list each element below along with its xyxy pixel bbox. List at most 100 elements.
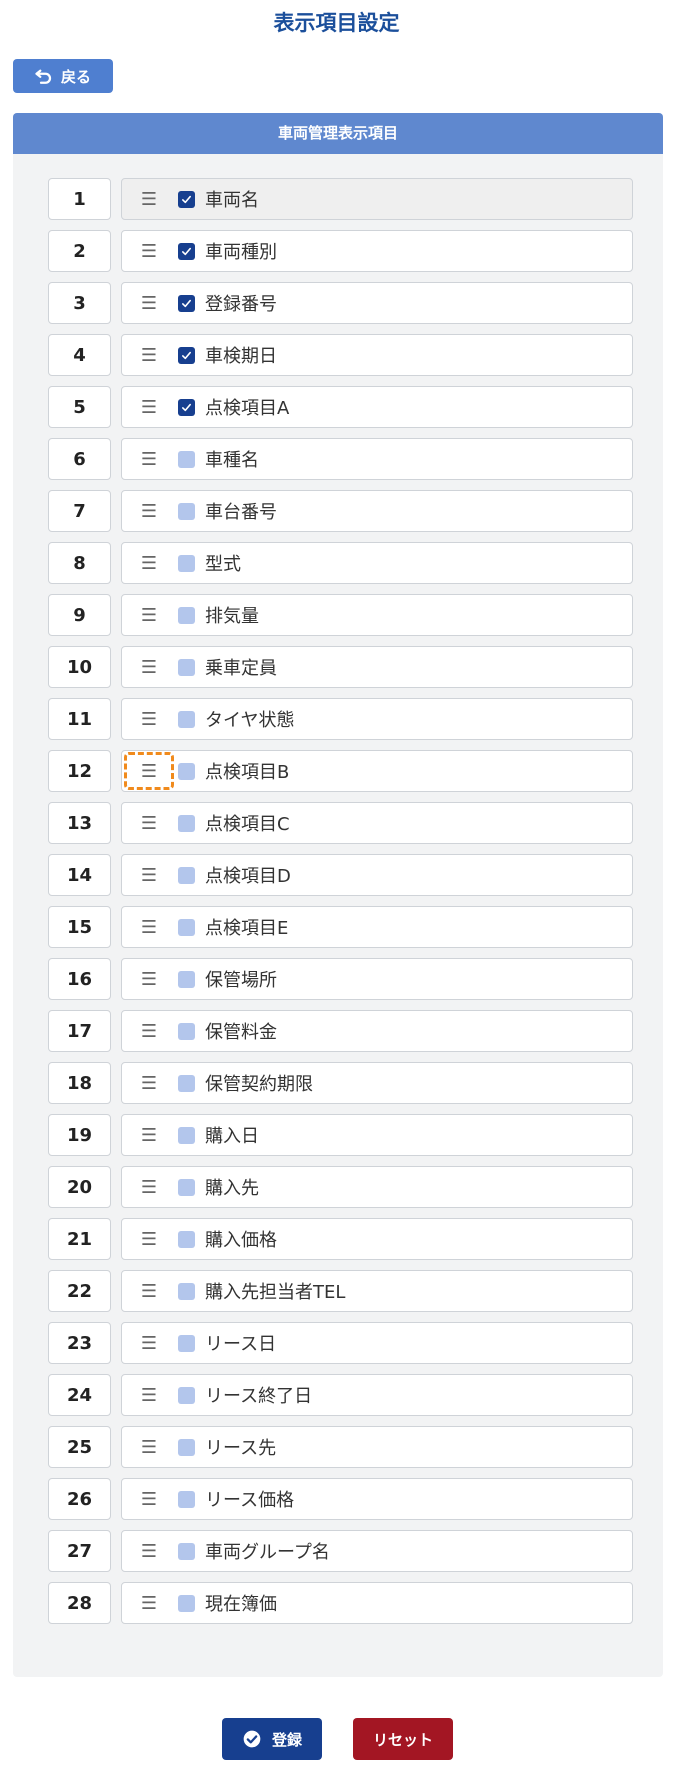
display-item[interactable]: ☰ 登録番号	[121, 282, 633, 324]
reset-button[interactable]: リセット	[353, 1718, 453, 1760]
display-item[interactable]: ☰ 車台番号	[121, 490, 633, 532]
drag-handle-icon[interactable]: ☰	[124, 544, 174, 582]
display-checkbox[interactable]	[178, 970, 195, 988]
drag-handle-icon[interactable]: ☰	[124, 1480, 174, 1518]
display-item[interactable]: ☰ 排気量	[121, 594, 633, 636]
drag-handle-icon[interactable]: ☰	[124, 440, 174, 478]
drag-handle-icon[interactable]: ☰	[124, 1168, 174, 1206]
display-item[interactable]: ☰ 車両グループ名	[121, 1530, 633, 1572]
display-checkbox[interactable]	[178, 1594, 195, 1612]
drag-handle-icon[interactable]: ☰	[124, 908, 174, 946]
display-checkbox[interactable]	[178, 1230, 195, 1248]
display-item-label: 点検項目E	[205, 918, 289, 939]
display-item[interactable]: ☰ 購入先担当者TEL	[121, 1270, 633, 1312]
display-item-label: 保管契約期限	[205, 1074, 313, 1095]
display-item[interactable]: ☰ リース先	[121, 1426, 633, 1468]
drag-handle-icon[interactable]: ☰	[124, 1012, 174, 1050]
display-checkbox[interactable]	[178, 1282, 195, 1300]
drag-handle-icon[interactable]: ☰	[124, 856, 174, 894]
drag-handle-icon[interactable]: ☰	[124, 804, 174, 842]
display-item-row: 26 ☰ リース価格	[48, 1478, 633, 1520]
display-order-number: 26	[48, 1478, 111, 1520]
drag-handle-icon[interactable]: ☰	[124, 336, 174, 374]
display-checkbox[interactable]	[178, 866, 195, 884]
display-item[interactable]: ☰ 点検項目D	[121, 854, 633, 896]
display-item[interactable]: ☰ 点検項目A	[121, 386, 633, 428]
display-item[interactable]: ☰ 購入先	[121, 1166, 633, 1208]
display-item[interactable]: ☰ リース日	[121, 1322, 633, 1364]
display-checkbox[interactable]	[178, 1542, 195, 1560]
display-item[interactable]: ☰ 車両名	[121, 178, 633, 220]
back-button[interactable]: 戻る	[13, 59, 113, 93]
drag-handle-icon[interactable]: ☰	[124, 1064, 174, 1102]
drag-handle-icon[interactable]: ☰	[124, 1376, 174, 1414]
display-checkbox[interactable]	[178, 1126, 195, 1144]
display-checkbox[interactable]	[178, 918, 195, 936]
drag-handle-icon[interactable]: ☰	[124, 1116, 174, 1154]
display-item[interactable]: ☰ 型式	[121, 542, 633, 584]
display-checkbox[interactable]	[178, 450, 195, 468]
display-item[interactable]: ☰ 点検項目C	[121, 802, 633, 844]
display-checkbox[interactable]	[178, 190, 195, 208]
drag-handle-icon[interactable]: ☰	[124, 492, 174, 530]
drag-handle-icon[interactable]: ☰	[124, 1324, 174, 1362]
display-checkbox[interactable]	[178, 710, 195, 728]
drag-handle-icon[interactable]: ☰	[124, 284, 174, 322]
display-item-row: 1 ☰ 車両名	[48, 178, 633, 220]
display-checkbox[interactable]	[178, 242, 195, 260]
display-item[interactable]: ☰ 乗車定員	[121, 646, 633, 688]
display-item[interactable]: ☰ 車両種別	[121, 230, 633, 272]
display-item[interactable]: ☰ 点検項目B	[121, 750, 633, 792]
display-item-row: 9 ☰ 排気量	[48, 594, 633, 636]
display-checkbox[interactable]	[178, 762, 195, 780]
display-checkbox[interactable]	[178, 606, 195, 624]
display-item[interactable]: ☰ 点検項目E	[121, 906, 633, 948]
drag-handle-icon[interactable]: ☰	[124, 180, 174, 218]
display-item-row: 15 ☰ 点検項目E	[48, 906, 633, 948]
display-checkbox[interactable]	[178, 398, 195, 416]
display-checkbox[interactable]	[178, 1334, 195, 1352]
display-order-number: 28	[48, 1582, 111, 1624]
display-item[interactable]: ☰ タイヤ状態	[121, 698, 633, 740]
drag-handle-icon[interactable]: ☰	[124, 1584, 174, 1622]
display-item[interactable]: ☰ 保管場所	[121, 958, 633, 1000]
drag-handle-icon[interactable]: ☰	[124, 960, 174, 998]
display-checkbox[interactable]	[178, 1178, 195, 1196]
display-item[interactable]: ☰ 保管契約期限	[121, 1062, 633, 1104]
display-item[interactable]: ☰ 保管料金	[121, 1010, 633, 1052]
display-checkbox[interactable]	[178, 1386, 195, 1404]
display-item[interactable]: ☰ 現在簿価	[121, 1582, 633, 1624]
display-checkbox[interactable]	[178, 294, 195, 312]
display-item-row: 28 ☰ 現在簿価	[48, 1582, 633, 1624]
display-item[interactable]: ☰ 車種名	[121, 438, 633, 480]
display-checkbox[interactable]	[178, 554, 195, 572]
drag-handle-icon[interactable]: ☰	[124, 596, 174, 634]
display-item[interactable]: ☰ 購入価格	[121, 1218, 633, 1260]
display-item-label: 購入価格	[205, 1230, 277, 1251]
display-checkbox[interactable]	[178, 502, 195, 520]
display-checkbox[interactable]	[178, 814, 195, 832]
display-item[interactable]: ☰ 購入日	[121, 1114, 633, 1156]
register-button[interactable]: 登録	[222, 1718, 322, 1760]
display-order-number: 25	[48, 1426, 111, 1468]
drag-handle-icon[interactable]: ☰	[124, 752, 174, 790]
drag-handle-icon[interactable]: ☰	[124, 388, 174, 426]
drag-handle-icon[interactable]: ☰	[124, 1272, 174, 1310]
drag-handle-icon[interactable]: ☰	[124, 648, 174, 686]
drag-handle-icon[interactable]: ☰	[124, 1428, 174, 1466]
display-checkbox[interactable]	[178, 658, 195, 676]
display-item[interactable]: ☰ リース終了日	[121, 1374, 633, 1416]
drag-handle-icon[interactable]: ☰	[124, 1220, 174, 1258]
display-checkbox[interactable]	[178, 1490, 195, 1508]
display-item[interactable]: ☰ リース価格	[121, 1478, 633, 1520]
display-item-row: 20 ☰ 購入先	[48, 1166, 633, 1208]
display-checkbox[interactable]	[178, 1022, 195, 1040]
display-item[interactable]: ☰ 車検期日	[121, 334, 633, 376]
display-checkbox[interactable]	[178, 1438, 195, 1456]
drag-handle-icon[interactable]: ☰	[124, 700, 174, 738]
display-checkbox[interactable]	[178, 346, 195, 364]
drag-handle-icon[interactable]: ☰	[124, 1532, 174, 1570]
display-checkbox[interactable]	[178, 1074, 195, 1092]
display-order-number: 1	[48, 178, 111, 220]
drag-handle-icon[interactable]: ☰	[124, 232, 174, 270]
